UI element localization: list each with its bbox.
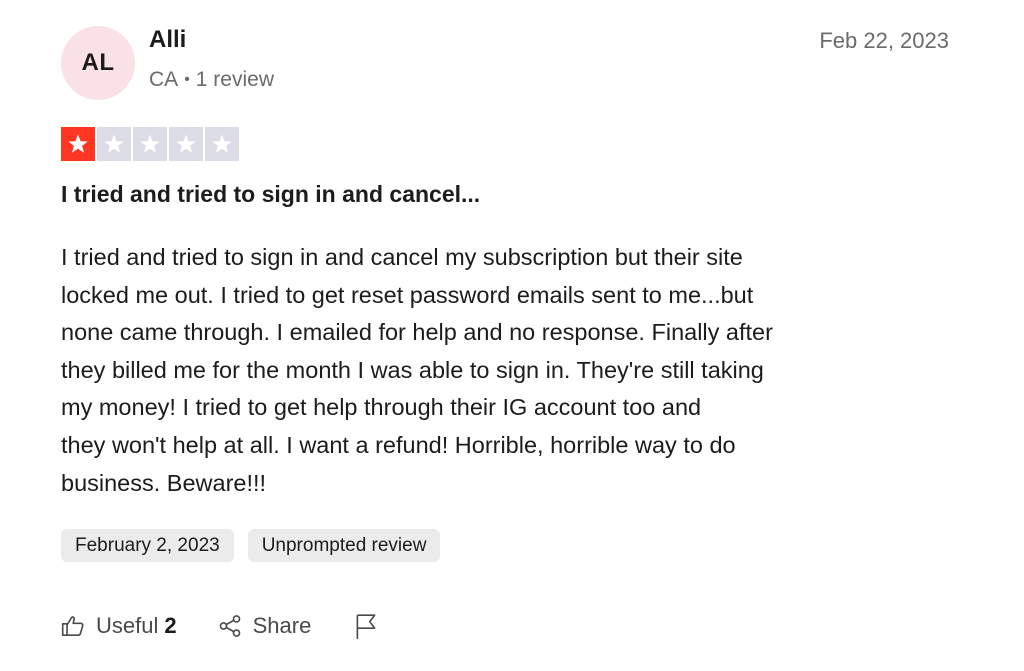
reviewer-country: CA xyxy=(149,68,179,91)
reviewer-name[interactable]: Alli xyxy=(149,26,186,54)
review-date: Feb 22, 2023 xyxy=(819,28,949,53)
share-icon xyxy=(217,613,243,639)
review-title[interactable]: I tried and tried to sign in and cancel.… xyxy=(61,181,480,208)
thumbs-up-icon xyxy=(60,613,86,639)
review-actions: Useful 2 Share xyxy=(60,612,379,640)
star-rating xyxy=(61,127,239,161)
flag-icon xyxy=(353,612,379,640)
review-body: I tried and tried to sign in and cancel … xyxy=(61,239,921,502)
star-icon-empty xyxy=(97,127,131,161)
review-card: AL Alli CA • 1 review Feb 22, 2023 I tri… xyxy=(0,0,1024,671)
review-body-line: business. Beware!!! xyxy=(61,469,267,496)
star-icon-empty xyxy=(205,127,239,161)
review-type-tag[interactable]: Unprompted review xyxy=(247,529,441,562)
review-body-line: locked me out. I tried to get reset pass… xyxy=(61,281,754,308)
star-icon-empty xyxy=(169,127,203,161)
avatar-initials: AL xyxy=(81,49,115,76)
review-body-line: my money! I tried to get help through th… xyxy=(61,394,702,421)
review-body-line: I tried and tried to sign in and cancel … xyxy=(61,244,743,270)
star-icon-empty xyxy=(133,127,167,161)
review-body-line: they billed me for the month I was able … xyxy=(61,356,764,383)
review-body-line: none came through. I emailed for help an… xyxy=(61,319,773,346)
useful-label: Useful xyxy=(96,613,159,638)
share-button[interactable]: Share xyxy=(217,613,312,639)
reviewer-meta: CA • 1 review xyxy=(149,68,274,92)
useful-count: 2 xyxy=(164,613,177,638)
review-body-line: they won't help at all. I want a refund!… xyxy=(61,431,736,458)
meta-separator: • xyxy=(184,71,190,88)
experience-date-tag: February 2, 2023 xyxy=(61,529,234,562)
share-label: Share xyxy=(252,613,312,638)
report-button[interactable] xyxy=(353,612,379,640)
review-tags: February 2, 2023 Unprompted review xyxy=(61,529,441,562)
avatar[interactable]: AL xyxy=(61,26,135,100)
useful-button[interactable]: Useful 2 xyxy=(60,613,177,639)
reviewer-review-count: 1 review xyxy=(195,68,274,91)
star-icon-filled xyxy=(61,127,95,161)
